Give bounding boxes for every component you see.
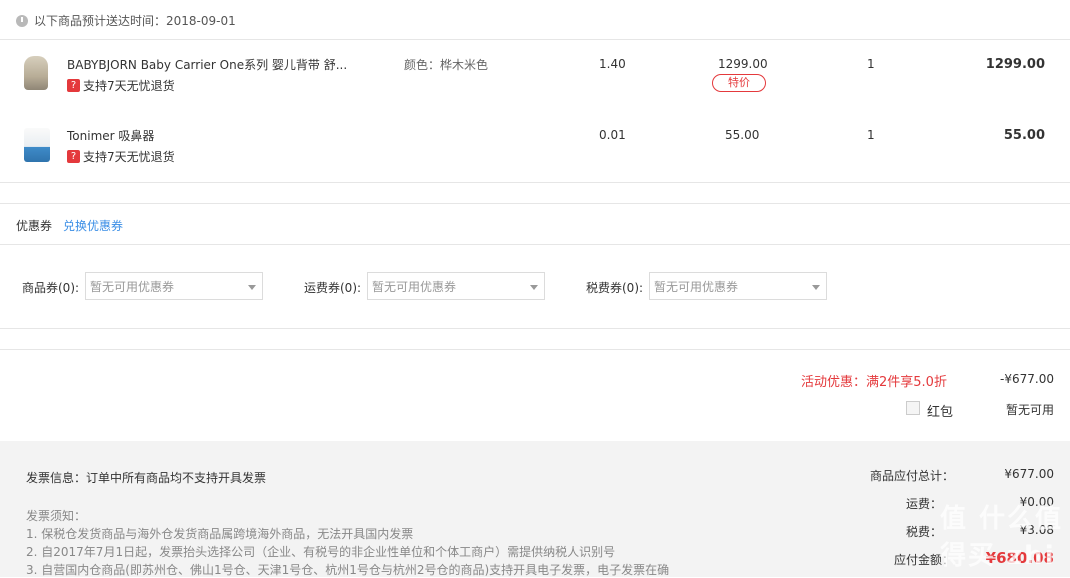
product-name[interactable]: Tonimer 吸鼻器 [67,127,154,144]
invoice-notice-title: 发票须知： [26,509,87,523]
goods-coupon-select[interactable]: 暂无可用优惠券 [85,272,263,300]
tax-coupon-select[interactable]: 暂无可用优惠券 [649,272,827,300]
redpack-label: 红包 [927,405,954,420]
exchange-coupon-link[interactable]: 兑换优惠券 [63,217,123,234]
invoice-notice-1: 1. 保税仓发货商品与海外仓发货商品属跨境海外商品，无法开具国内发票 [26,527,414,541]
product-quantity: 1 [867,57,875,71]
payable-label: 应付金额： [893,553,954,567]
divider [0,182,1070,183]
delivery-time-text: 以下商品预计送达时间：2018-09-01 [34,14,236,28]
product-price: 1299.00 [718,57,768,71]
chevron-down-icon [530,285,538,290]
return-policy-text: 支持7天无忧退货 [83,79,175,93]
product-subtotal: 55.00 [1003,128,1045,143]
divider [0,203,1070,204]
tax-label: 税费： [905,525,942,539]
product-quantity: 1 [867,128,875,142]
select-value: 暂无可用优惠券 [90,279,175,294]
product-spec: 颜色：桦木米色 [404,58,489,72]
product-weight: 0.01 [599,128,626,142]
shipping-coupon-label: 运费券(0): [304,281,362,295]
promotion-text: 活动优惠：满2件享5.0折 [801,375,947,390]
chevron-down-icon [248,285,256,290]
question-icon: ? [67,150,80,163]
goods-total-label: 商品应付总计： [869,469,954,483]
product-thumbnail[interactable] [24,56,48,90]
redpack-status: 暂无可用 [1005,403,1054,417]
product-weight: 1.40 [599,57,626,71]
shipping-label: 运费： [905,497,942,511]
divider [0,328,1070,329]
return-policy-text: 支持7天无忧退货 [83,150,175,164]
select-value: 暂无可用优惠券 [372,279,457,294]
product-name[interactable]: BABYBJORN Baby Carrier One系列 婴儿背带 舒... [67,56,347,73]
shipping-coupon-select[interactable]: 暂无可用优惠券 [367,272,545,300]
product-price: 55.00 [725,128,760,142]
invoice-notice-3: 3. 自营国内仓商品(即苏州仓、佛山1号仓、天津1号仓、杭州1号仓与杭州2号仓的… [26,563,670,577]
delivery-time-row: 以下商品预计送达时间：2018-09-01 [16,12,236,29]
invoice-notice-2: 2. 自2017年7月1日起，发票抬头选择公司（企业、有税号的非企业性单位和个体… [26,545,616,559]
goods-coupon-label: 商品券(0): [22,281,80,295]
return-policy-badge: ? 支持7天无忧退货 [67,77,175,94]
product-subtotal: 1299.00 [985,57,1045,72]
clock-icon [16,14,28,27]
chevron-down-icon [812,285,820,290]
divider [0,349,1070,350]
divider [0,244,1070,245]
watermark: 值 什么值得买 zhi [940,504,1064,571]
question-icon: ? [67,79,80,92]
coupon-title: 优惠券 [16,219,53,233]
tax-coupon-label: 税费券(0): [586,281,644,295]
divider [0,39,1070,40]
promotion-amount: -¥677.00 [1000,372,1054,386]
redpack-checkbox[interactable] [906,401,920,415]
select-value: 暂无可用优惠券 [654,279,739,294]
product-thumbnail[interactable] [24,128,50,162]
goods-total-value: ¥677.00 [1004,467,1054,481]
special-price-tag: 特价 [712,74,766,92]
invoice-info: 发票信息：订单中所有商品均不支持开具发票 [26,471,267,485]
return-policy-badge: ? 支持7天无忧退货 [67,148,175,165]
